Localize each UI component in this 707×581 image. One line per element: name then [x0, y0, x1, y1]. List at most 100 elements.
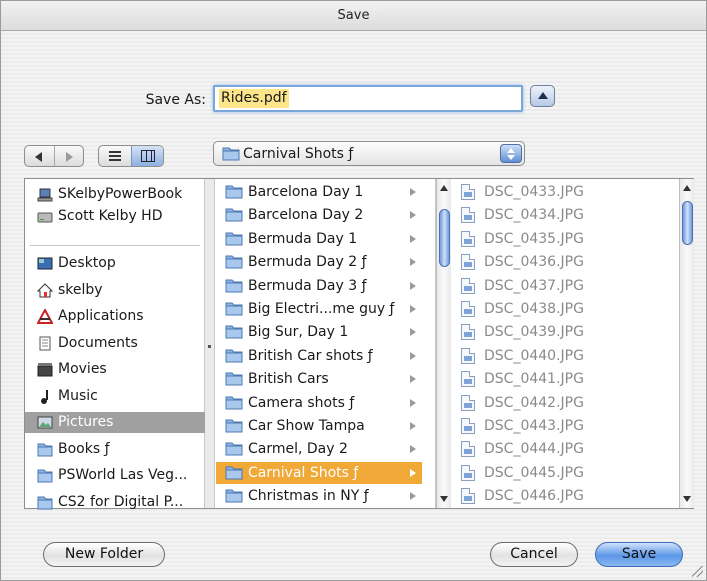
save-as-field[interactable]: Rides.pdf — [213, 85, 523, 112]
folder-icon — [222, 147, 240, 161]
folder-row[interactable]: Barcelona Day 1 — [216, 181, 422, 203]
file-row: DSC_0437.JPG — [452, 275, 679, 297]
sidebar-item[interactable]: Scott Kelby HD — [25, 206, 205, 227]
sidebar-item-label: CS2 for Digital P... — [58, 493, 184, 510]
forward-button[interactable] — [53, 146, 84, 166]
scroll-up-icon[interactable] — [683, 185, 691, 191]
sidebar-splitter[interactable] — [205, 179, 215, 508]
folder-icon — [225, 208, 243, 222]
folder-row-label: Bermuda Day 1 — [248, 230, 358, 247]
folder-row[interactable]: Car Show Tampa — [216, 415, 422, 437]
list-view-button[interactable] — [99, 146, 131, 166]
location-popup-label: Carnival Shots ƒ — [243, 146, 354, 162]
folder-icon — [225, 442, 243, 456]
resize-grip-icon[interactable] — [692, 566, 703, 577]
home-icon — [36, 282, 54, 298]
folder-icon — [225, 489, 243, 503]
folder-column-scrollbar[interactable] — [436, 179, 451, 508]
sidebar-item[interactable]: Desktop — [25, 253, 205, 274]
sidebar-item[interactable]: Music — [25, 386, 205, 407]
file-column-scrollbar[interactable] — [679, 179, 694, 508]
forward-arrow-icon — [65, 152, 73, 162]
folder-row[interactable]: Barcelona Day 2 — [216, 204, 422, 226]
folder-row[interactable]: Big Electri...me guy ƒ — [216, 298, 422, 320]
jpeg-file-icon — [461, 301, 475, 317]
folder-icon — [225, 279, 243, 293]
file-row-label: DSC_0433.JPG — [484, 184, 584, 200]
folder-row[interactable]: Bermuda Day 3 ƒ — [216, 275, 422, 297]
sidebar-item-label: Books ƒ — [58, 440, 110, 457]
disclosure-arrow-icon — [410, 211, 416, 220]
folder-icon — [225, 325, 243, 339]
applications-icon — [36, 307, 54, 324]
sidebar-item[interactable]: PSWorld Las Veg... — [25, 465, 205, 486]
folder-row-label: Camera shots ƒ — [248, 394, 355, 411]
file-row: DSC_0436.JPG — [452, 251, 679, 273]
folder-row[interactable]: Bermuda Day 2 ƒ — [216, 251, 422, 273]
file-row: DSC_0434.JPG — [452, 204, 679, 226]
folder-row[interactable]: British Cars — [216, 368, 422, 390]
folder-row[interactable]: Camera shots ƒ — [216, 392, 422, 414]
sidebar-item-label: Desktop — [58, 255, 116, 271]
jpeg-file-icon — [461, 464, 475, 481]
scroll-down-icon[interactable] — [683, 496, 691, 502]
folder-row[interactable]: Big Sur, Day 1 — [216, 321, 422, 343]
location-popup[interactable]: Carnival Shots ƒ — [213, 141, 525, 166]
save-button[interactable]: Save — [595, 542, 683, 567]
sidebar-item[interactable]: CS2 for Digital P... — [25, 492, 205, 513]
file-row: DSC_0441.JPG — [452, 368, 679, 390]
file-row: DSC_0442.JPG — [452, 392, 679, 414]
column-view-button[interactable] — [130, 146, 163, 166]
disclosure-arrow-icon — [410, 468, 416, 477]
folder-row[interactable]: British Car shots ƒ — [216, 345, 422, 367]
jpeg-file-icon — [461, 184, 475, 200]
new-folder-button[interactable]: New Folder — [43, 542, 165, 567]
folder-icon — [225, 372, 243, 386]
list-view-icon — [109, 151, 121, 161]
disclosure-arrow-icon — [410, 445, 416, 454]
file-row-label: DSC_0436.JPG — [484, 254, 584, 271]
folder-icon — [37, 442, 53, 457]
folder-row[interactable]: Christmas in NY ƒ — [216, 485, 422, 507]
popup-arrows-icon — [500, 144, 522, 163]
save-as-label: Save As: — [145, 92, 206, 108]
sidebar-item-label: Movies — [58, 361, 107, 377]
jpeg-file-icon — [461, 394, 475, 411]
folder-icon — [225, 419, 243, 433]
cancel-button[interactable]: Cancel — [490, 542, 578, 567]
folder-icon — [37, 495, 53, 510]
save-as-value[interactable]: Rides.pdf — [219, 89, 289, 108]
scroll-down-icon[interactable] — [440, 496, 448, 502]
folder-row[interactable]: Carmel, Day 2 — [216, 438, 422, 460]
file-row: DSC_0439.JPG — [452, 321, 679, 343]
back-button[interactable] — [25, 146, 54, 166]
file-column: DSC_0433.JPG DSC_0434.JPG DSC_0435.JPG DSC_… — [452, 179, 679, 508]
jpeg-file-icon — [461, 324, 475, 341]
disclosure-arrow-icon — [410, 281, 416, 290]
jpeg-file-icon — [461, 347, 475, 364]
folder-row-label: Barcelona Day 1 — [248, 184, 364, 200]
sidebar-item[interactable]: Applications — [25, 306, 205, 327]
folder-row-label: Bermuda Day 2 ƒ — [248, 254, 367, 271]
file-row-label: DSC_0445.JPG — [484, 464, 584, 481]
jpeg-file-icon — [461, 441, 475, 458]
folder-row-label: Big Electri...me guy ƒ — [248, 301, 395, 317]
collapse-dialog-button[interactable] — [530, 85, 555, 107]
save-dialog: Save Save As: Rides.pdf Carnival Shots ƒ… — [0, 0, 707, 581]
jpeg-file-icon — [461, 254, 475, 271]
scroll-thumb[interactable] — [682, 201, 693, 245]
folder-icon — [225, 466, 243, 480]
folder-row[interactable]: Bermuda Day 1 — [216, 228, 422, 250]
sidebar-item[interactable]: Books ƒ — [25, 439, 205, 460]
pictures-icon — [37, 415, 53, 430]
folder-icon — [225, 396, 243, 410]
scroll-up-icon[interactable] — [440, 185, 448, 191]
sidebar-item[interactable]: Pictures — [25, 412, 205, 433]
sidebar-item[interactable]: Documents — [25, 333, 205, 354]
sidebar-item[interactable]: skelby — [25, 280, 205, 301]
desktop-icon — [37, 256, 53, 271]
folder-row[interactable]: Carnival Shots ƒ — [216, 461, 422, 484]
scroll-thumb[interactable] — [439, 209, 450, 267]
sidebar-item[interactable]: Movies — [25, 359, 205, 380]
sidebar-item[interactable]: SKelbyPowerBook — [25, 184, 205, 205]
